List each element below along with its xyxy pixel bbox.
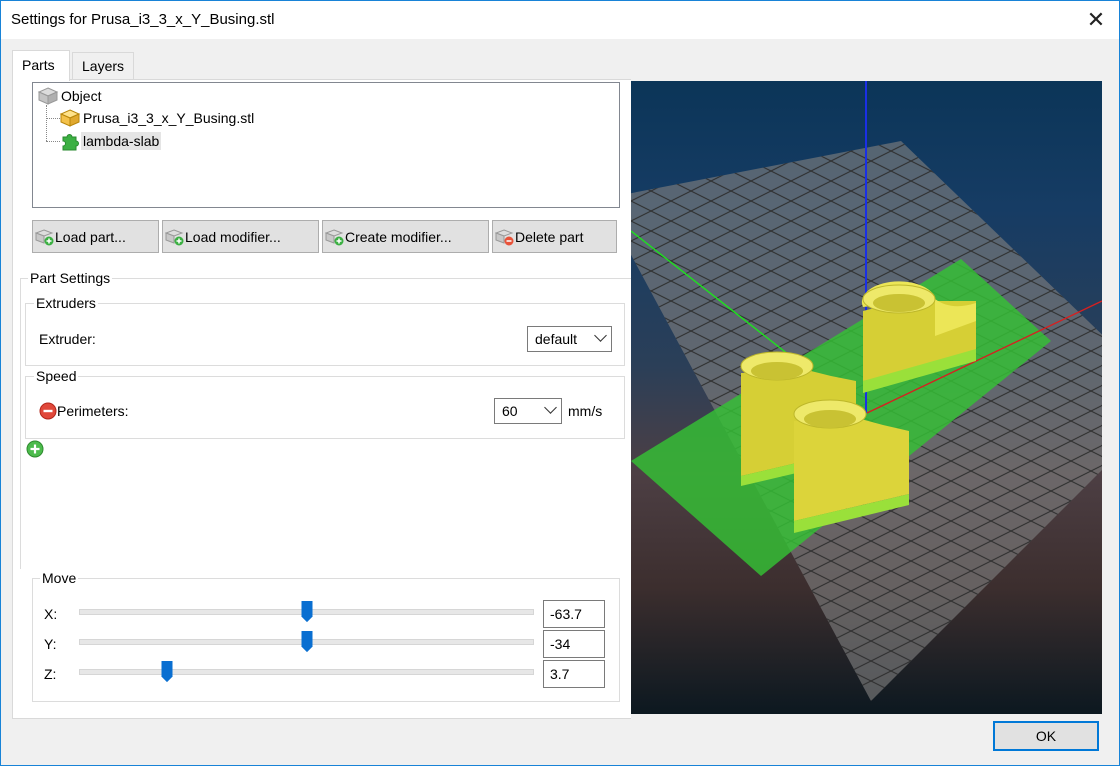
load-modifier-button[interactable]: Load modifier... <box>162 220 319 253</box>
extruders-title: Extruders <box>34 295 98 311</box>
object-icon <box>37 87 59 105</box>
y-label: Y: <box>44 636 57 652</box>
print-bed-render <box>631 81 1102 701</box>
delete-part-label: Delete part <box>515 228 584 245</box>
load-modifier-label: Load modifier... <box>185 228 281 245</box>
tab-layers[interactable]: Layers <box>72 52 134 79</box>
perimeters-speed-value: 60 <box>502 403 518 419</box>
z-label: Z: <box>44 666 57 682</box>
perimeters-label: Perimeters: <box>57 403 129 419</box>
add-part-icon <box>34 227 55 247</box>
z-slider[interactable] <box>79 669 534 675</box>
delete-part-icon <box>494 227 515 247</box>
create-modifier-button[interactable]: Create modifier... <box>322 220 489 253</box>
window-title: Settings for Prusa_i3_3_x_Y_Busing.stl <box>11 11 275 28</box>
chevron-down-icon <box>544 401 557 414</box>
title-bar: Settings for Prusa_i3_3_x_Y_Busing.stl ✕ <box>1 1 1119 39</box>
add-setting-icon[interactable] <box>26 440 44 458</box>
speed-unit: mm/s <box>568 403 603 419</box>
y-slider-thumb[interactable] <box>301 631 313 653</box>
x-input[interactable]: -63.7 <box>543 600 605 628</box>
tab-parts[interactable]: Parts <box>12 50 70 81</box>
ok-button[interactable]: OK <box>993 721 1099 751</box>
z-slider-thumb[interactable] <box>161 661 173 683</box>
speed-title: Speed <box>34 368 79 384</box>
add-modifier-icon <box>164 227 185 247</box>
delete-part-button[interactable]: Delete part <box>492 220 617 253</box>
tree-node-object[interactable]: Object <box>37 86 103 106</box>
move-title: Move <box>40 570 79 586</box>
extruder-select[interactable]: default <box>527 326 612 352</box>
extruder-value: default <box>535 331 578 347</box>
extruder-label: Extruder: <box>39 331 96 347</box>
perimeters-speed-select[interactable]: 60 <box>494 398 562 424</box>
x-slider-thumb[interactable] <box>301 601 313 623</box>
load-part-button[interactable]: Load part... <box>32 220 159 253</box>
chevron-down-icon <box>594 329 607 342</box>
tree-node-label: Object <box>61 88 102 104</box>
tree-node-part[interactable]: Prusa_i3_3_x_Y_Busing.stl <box>59 108 256 128</box>
tree-line <box>46 141 60 142</box>
load-part-label: Load part... <box>55 228 126 245</box>
part-settings-title: Part Settings <box>28 270 113 286</box>
tree-line <box>46 118 60 119</box>
3d-preview[interactable] <box>631 81 1102 714</box>
part-icon <box>59 109 81 127</box>
tree-line <box>46 105 47 141</box>
y-input[interactable]: -34 <box>543 630 605 658</box>
z-input[interactable]: 3.7 <box>543 660 605 688</box>
create-modifier-label: Create modifier... <box>345 228 452 245</box>
tree-node-modifier[interactable]: lambda-slab <box>59 131 162 151</box>
puzzle-icon <box>62 134 79 151</box>
remove-setting-icon[interactable] <box>39 402 57 420</box>
close-button[interactable]: ✕ <box>1073 1 1119 39</box>
add-modifier-icon <box>324 227 345 247</box>
tree-node-label: Prusa_i3_3_x_Y_Busing.stl <box>83 110 255 126</box>
parts-tree[interactable]: Object Prusa_i3_3_x_Y_Busing.stl lambda-… <box>32 82 620 208</box>
tree-node-label: lambda-slab <box>81 132 162 150</box>
x-label: X: <box>44 606 58 622</box>
